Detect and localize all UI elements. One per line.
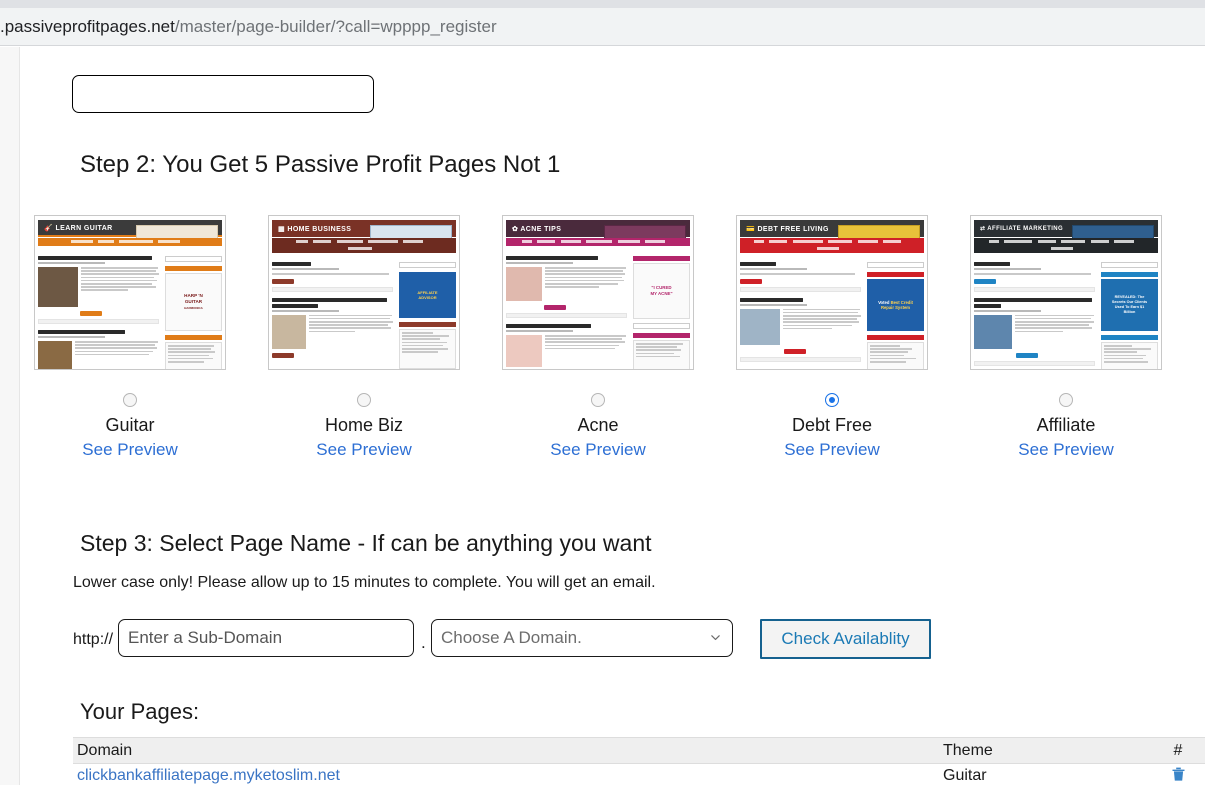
theme-thumbnail-home-biz[interactable]: ▦ HOME BUSINESS AFFILIATE ADVISOR (268, 215, 460, 370)
domain-select-value: Choose A Domain. (441, 628, 582, 647)
theme-label-affiliate: Affiliate (1036, 415, 1096, 435)
dot-separator: . (421, 633, 426, 652)
theme-thumbnail-affiliate[interactable]: ⇄ AFFILIATE MARKETING REVEALED: The Secr… (970, 215, 1162, 370)
domain-form-row: http:// . Choose A Domain. Check Availab… (21, 619, 1205, 663)
trash-icon[interactable] (1171, 766, 1186, 785)
domain-select[interactable]: Choose A Domain. (431, 619, 733, 657)
page-left-gutter (0, 47, 20, 785)
table-row: clickbankaffiliatepage.myketoslim.net Gu… (73, 764, 1205, 785)
table-cell-domain: clickbankaffiliatepage.myketoslim.net (73, 767, 943, 785)
theme-label-home-biz: Home Biz (324, 415, 404, 435)
column-header-theme: Theme (943, 741, 993, 759)
your-pages-heading: Your Pages: (80, 699, 200, 724)
table-header-row: Domain Theme # (73, 737, 1205, 764)
page-content: Step 2: You Get 5 Passive Profit Pages N… (21, 47, 1205, 785)
chevron-down-icon (711, 635, 720, 641)
theme-label-acne: Acne (577, 415, 619, 435)
theme-preview-link-guitar[interactable]: See Preview (82, 440, 177, 460)
subdomain-input[interactable] (118, 619, 414, 657)
your-pages-table: Domain Theme # clickbankaffiliatepage.my… (73, 737, 1205, 785)
step2-heading: Step 2: You Get 5 Passive Profit Pages N… (80, 151, 561, 178)
theme-thumbnail-acne[interactable]: ✿ ACNE TIPS "I CURED MY ACNE" (502, 215, 694, 370)
theme-thumbnail-guitar[interactable]: 🎸 LEARN GUITAR HARP 'N GUITAR HARMONICA (34, 215, 226, 370)
page-root: .passiveprofitpages.net/master/page-buil… (0, 0, 1205, 785)
theme-card-affiliate[interactable]: ⇄ AFFILIATE MARKETING REVEALED: The Secr… (966, 215, 1166, 460)
url-domain: .passiveprofitpages.net (0, 16, 175, 36)
theme-card-acne[interactable]: ✿ ACNE TIPS "I CURED MY ACNE" Acne See P… (498, 215, 698, 460)
theme-preview-link-affiliate[interactable]: See Preview (1018, 440, 1113, 460)
column-header-actions: # (1173, 741, 1183, 759)
theme-label-guitar: Guitar (105, 415, 155, 435)
theme-card-home-biz[interactable]: ▦ HOME BUSINESS AFFILIATE ADVISOR Home B… (264, 215, 464, 460)
theme-preview-link-acne[interactable]: See Preview (550, 440, 645, 460)
theme-radio-home-biz[interactable] (357, 393, 371, 407)
table-cell-actions (1153, 766, 1203, 785)
column-header-domain: Domain (77, 741, 133, 759)
theme-card-list: 🎸 LEARN GUITAR HARP 'N GUITAR HARMONICA … (21, 215, 1205, 515)
theme-card-guitar[interactable]: 🎸 LEARN GUITAR HARP 'N GUITAR HARMONICA … (30, 215, 230, 460)
http-prefix-label: http:// (73, 631, 114, 648)
theme-preview-link-home-biz[interactable]: See Preview (316, 440, 411, 460)
theme-radio-acne[interactable] (591, 393, 605, 407)
browser-chrome-strip (0, 0, 1205, 8)
domain-link[interactable]: clickbankaffiliatepage.myketoslim.net (77, 767, 340, 784)
theme-radio-debt-free[interactable] (825, 393, 839, 407)
theme-thumbnail-debt-free[interactable]: 💳 DEBT FREE LIVING Voted Best Credit Rep… (736, 215, 928, 370)
theme-card-debt-free[interactable]: 💳 DEBT FREE LIVING Voted Best Credit Rep… (732, 215, 932, 460)
top-text-input[interactable] (72, 75, 374, 113)
theme-radio-affiliate[interactable] (1059, 393, 1073, 407)
theme-preview-link-debt-free[interactable]: See Preview (784, 440, 879, 460)
theme-radio-guitar[interactable] (123, 393, 137, 407)
step3-subtext: Lower case only! Please allow up to 15 m… (73, 574, 656, 591)
step3-heading: Step 3: Select Page Name - If can be any… (80, 530, 652, 556)
url-path: /master/page-builder/?call=wpppp_registe… (174, 16, 497, 36)
url-text: .passiveprofitpages.net/master/page-buil… (0, 17, 497, 37)
theme-label-debt-free: Debt Free (791, 415, 873, 435)
check-availability-button[interactable]: Check Availablity (760, 619, 931, 659)
browser-url-bar[interactable]: .passiveprofitpages.net/master/page-buil… (0, 8, 1205, 46)
table-cell-theme: Guitar (943, 767, 987, 784)
